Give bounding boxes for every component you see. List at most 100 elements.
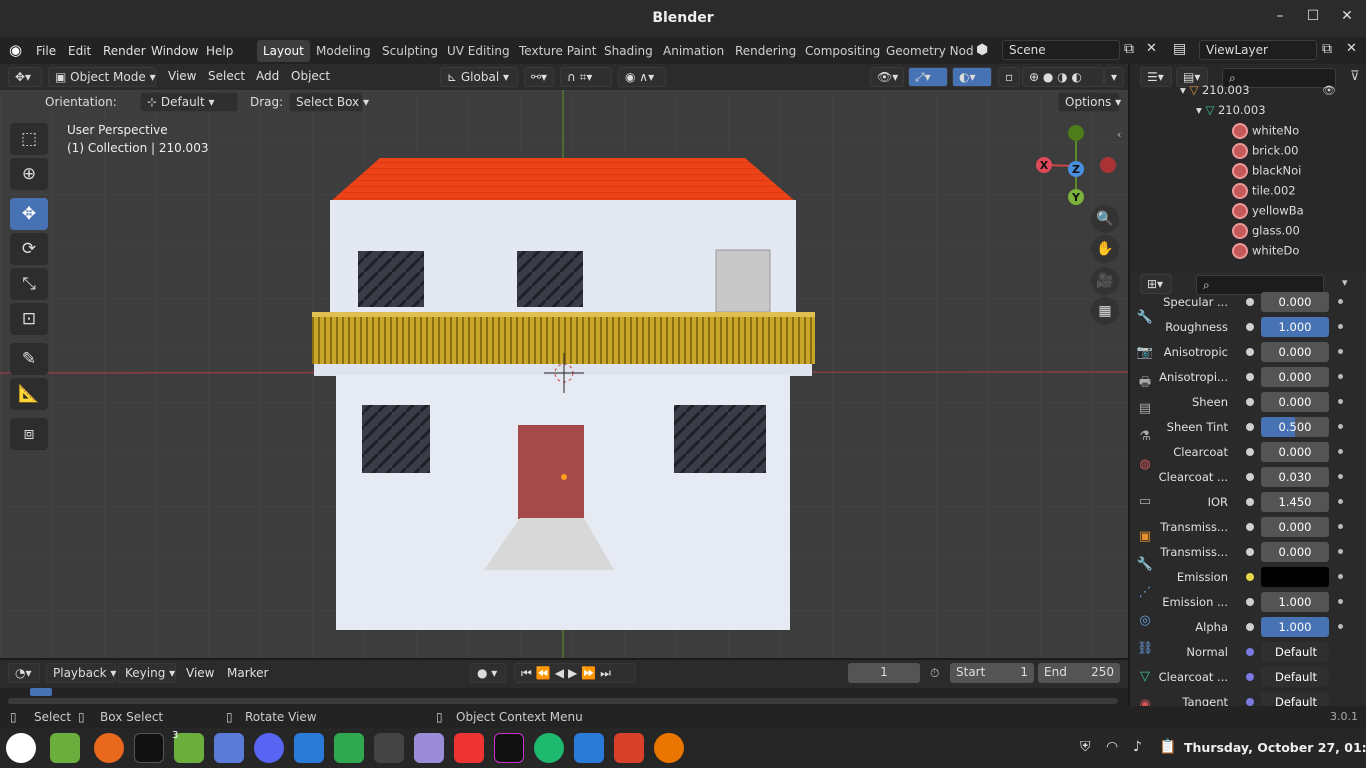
record-icon[interactable]: ● ▾ [470, 663, 506, 683]
prop-value[interactable]: 0.000 [1261, 292, 1329, 312]
keyframe-icon[interactable] [1338, 449, 1343, 454]
prop-value[interactable]: 1.000 [1261, 592, 1329, 612]
add-cube-tool-icon[interactable]: ⧈ [10, 418, 48, 450]
proportional-edit-icon[interactable]: ◉ ∧▾ [618, 67, 666, 87]
move-tool-icon[interactable]: ✥ [10, 198, 48, 230]
gizmo-neg-y[interactable] [1068, 125, 1084, 141]
prop-row[interactable]: Anisotropic 0.000 [1164, 342, 1356, 362]
physics-tab-icon[interactable]: ◎ [1136, 613, 1154, 631]
close-button[interactable]: ✕ [1337, 8, 1357, 28]
object-tab-icon[interactable]: ▣ [1136, 529, 1154, 547]
keyframe-icon[interactable] [1338, 474, 1343, 479]
timeline-view-menu[interactable]: View [186, 666, 214, 680]
gizmo-neg-x[interactable] [1100, 157, 1116, 173]
mail-icon[interactable] [214, 733, 244, 763]
annotate-tool-icon[interactable]: ✎ [10, 343, 48, 375]
prop-row[interactable]: Anisotropi... 0.000 [1159, 367, 1356, 387]
pan-hand-icon[interactable]: ✋ [1091, 235, 1119, 263]
output-tab-icon[interactable]: 🖶 [1136, 373, 1154, 391]
socket-icon[interactable] [1246, 548, 1254, 556]
new-scene-icon[interactable]: ⧉ [1124, 41, 1134, 57]
data-tab-icon[interactable]: ▽ [1136, 669, 1154, 687]
transform-tool-icon[interactable]: ⊡ [10, 303, 48, 335]
marker-menu[interactable]: Marker [227, 666, 268, 680]
outliner-item-mesh[interactable]: ▾ ▽ 210.003 [1196, 103, 1266, 121]
keyframe-icon[interactable] [1338, 574, 1343, 579]
keyframe-icon[interactable] [1338, 349, 1343, 354]
tool-tab-icon[interactable]: 🔧 [1136, 310, 1154, 328]
blender-logo-icon[interactable]: ◉ [9, 41, 22, 59]
view-menu[interactable]: View [168, 69, 196, 83]
editor-type-button[interactable]: ✥▾ [8, 67, 42, 87]
properties-editor-type-icon[interactable]: ⊞▾ [1140, 274, 1172, 294]
terminal-icon[interactable] [134, 733, 164, 763]
add-menu[interactable]: Add [256, 69, 279, 83]
intellij-icon[interactable] [494, 733, 524, 763]
prop-value[interactable]: Default [1261, 667, 1329, 687]
prop-row[interactable]: Transmiss... 0.000 [1160, 517, 1356, 537]
prop-row[interactable]: Sheen Tint 0.500 [1166, 417, 1356, 437]
tab-modeling[interactable]: Modeling [310, 40, 377, 62]
clock-icon[interactable]: ⏱ [930, 666, 939, 681]
vector-socket-icon[interactable] [1246, 648, 1254, 656]
menu-help[interactable]: Help [206, 44, 233, 58]
sheen-tint-slider[interactable]: 0.500 [1261, 417, 1329, 437]
menu-window[interactable]: Window [151, 44, 198, 58]
orientation-dropdown[interactable]: ⊹ Default ▾ [140, 92, 238, 112]
keyframe-icon[interactable] [1338, 524, 1343, 529]
prop-row[interactable]: Transmiss... 0.000 [1160, 542, 1356, 562]
prop-value[interactable]: 1.450 [1261, 492, 1329, 512]
snap-icon[interactable]: ∩ ⌗▾ [560, 67, 612, 87]
prop-value[interactable]: 1.000 [1261, 617, 1329, 637]
visibility-icon[interactable]: 👁▾ [870, 67, 904, 87]
scene-field[interactable]: Scene [1002, 40, 1120, 60]
prop-row[interactable]: Normal Default [1166, 642, 1356, 662]
files-icon[interactable] [50, 733, 80, 763]
prop-row[interactable]: Clearcoat ... 0.030 [1159, 467, 1356, 487]
socket-icon[interactable] [1246, 473, 1254, 481]
vector-socket-icon[interactable] [1246, 698, 1254, 706]
keyframe-icon[interactable] [1338, 299, 1343, 304]
keyframe-icon[interactable] [1338, 599, 1343, 604]
start-menu-icon[interactable] [6, 733, 36, 763]
collection-tab-icon[interactable]: ▭ [1136, 494, 1154, 512]
xray-icon[interactable]: ▫ [998, 67, 1020, 87]
outliner-item-object[interactable]: ▾ ▽ 210.003 [1180, 83, 1250, 101]
tab-geometry-nodes[interactable]: Geometry Nod [880, 40, 980, 62]
outliner-material[interactable]: yellowBa [1232, 203, 1304, 221]
shading-modes[interactable]: ⊕ ● ◑ ◐ [1022, 67, 1104, 87]
prop-row[interactable]: Sheen 0.000 [1166, 392, 1356, 412]
outliner-material[interactable]: whiteNo [1232, 123, 1299, 141]
vector-socket-icon[interactable] [1246, 673, 1254, 681]
prop-row[interactable]: IOR 1.450 [1166, 492, 1356, 512]
calc-icon[interactable] [334, 733, 364, 763]
prop-row[interactable]: Roughness 1.000 [1165, 317, 1356, 337]
drag-dropdown[interactable]: Select Box ▾ [289, 92, 369, 112]
app-icon-2[interactable] [614, 733, 644, 763]
socket-icon[interactable] [1246, 398, 1254, 406]
transform-orientation-dropdown[interactable]: ⊾ Global ▾ [440, 67, 518, 87]
firefox-icon[interactable] [94, 733, 124, 763]
socket-icon[interactable] [1246, 423, 1254, 431]
menu-file[interactable]: File [36, 44, 56, 58]
filter-icon[interactable]: ⊽ [1350, 69, 1360, 84]
measure-tool-icon[interactable]: 📐 [10, 378, 48, 410]
socket-icon[interactable] [1246, 498, 1254, 506]
overlay-toggle-icon[interactable]: ◐▾ [952, 67, 992, 87]
prop-value[interactable]: 0.000 [1261, 367, 1329, 387]
outliner-material[interactable]: blackNoi [1232, 163, 1301, 181]
keying-menu[interactable]: Keying ▾ [118, 663, 176, 683]
keyframe-icon[interactable] [1338, 624, 1343, 629]
sidebar-toggle-icon[interactable]: ‹ [1117, 128, 1121, 141]
view-layer-tab-icon[interactable]: ▤ [1136, 401, 1154, 419]
keyframe-icon[interactable] [1338, 424, 1343, 429]
delete-scene-icon[interactable]: ✕ [1146, 41, 1157, 56]
tab-texture-paint[interactable]: Texture Paint [513, 40, 602, 62]
socket-icon[interactable] [1246, 348, 1254, 356]
delete-view-layer-icon[interactable]: ✕ [1346, 41, 1357, 56]
prop-value[interactable]: 0.030 [1261, 467, 1329, 487]
constraints-tab-icon[interactable]: ⛓ [1136, 641, 1154, 659]
color-socket-icon[interactable] [1246, 573, 1254, 581]
view-layer-icon[interactable]: ▤ [1173, 41, 1186, 57]
document-viewer-icon[interactable] [414, 733, 444, 763]
